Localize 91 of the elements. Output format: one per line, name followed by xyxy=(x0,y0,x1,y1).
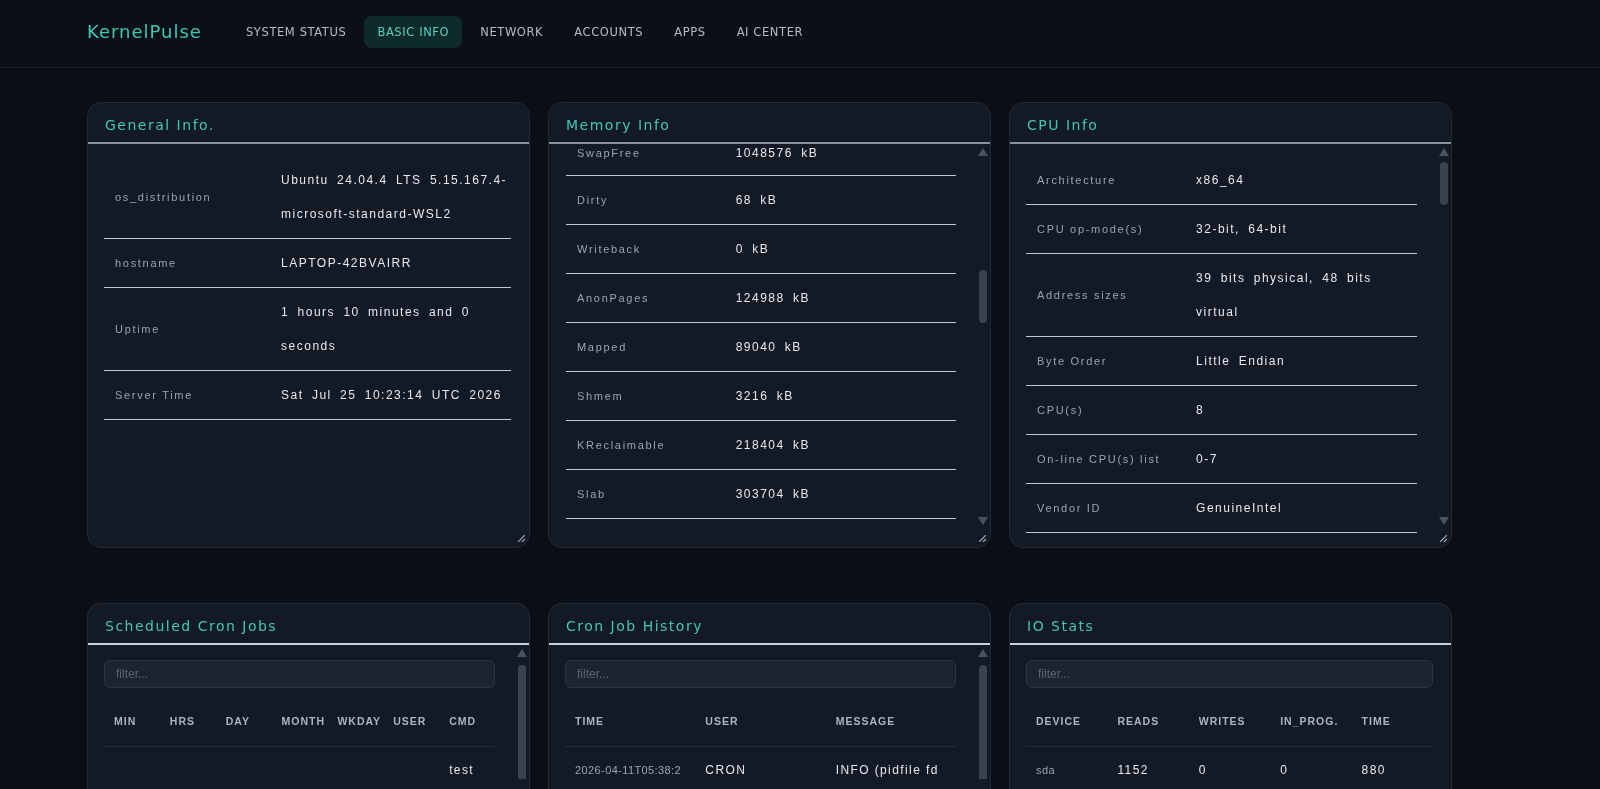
nav-tab[interactable]: AI CENTER xyxy=(723,15,817,48)
nav-tab[interactable]: APPS xyxy=(661,15,719,48)
field-label: Shmem xyxy=(576,389,625,404)
column-header: DAY xyxy=(224,714,251,729)
field-value: LAPTOP-42BVAIRR xyxy=(281,255,413,272)
resize-grip-icon[interactable] xyxy=(979,535,986,542)
column-header: USER xyxy=(392,714,428,729)
column-header: MONTH xyxy=(280,714,327,729)
field-label: Uptime xyxy=(114,322,162,337)
panel-title: IO Stats xyxy=(1027,618,1095,634)
panel-title: Memory Info xyxy=(566,117,671,133)
table-cell-text: sda xyxy=(1035,763,1056,778)
table-cell-text: 0 xyxy=(1197,762,1208,779)
scroll-down-icon[interactable] xyxy=(978,517,988,525)
field-label: Architecture xyxy=(1036,173,1118,188)
column-header: USER xyxy=(704,714,740,729)
column-header: MESSAGE xyxy=(834,714,897,729)
column-header: CMD xyxy=(448,714,478,729)
resize-grip-icon[interactable] xyxy=(1440,535,1447,542)
field-label: Mapped xyxy=(576,340,628,355)
scrollbar-thumb[interactable] xyxy=(518,665,526,779)
field-label: os_distribution xyxy=(114,190,213,205)
field-value: 68 kB xyxy=(735,192,779,209)
resize-grip-icon[interactable] xyxy=(518,535,525,542)
table-cell-text: 880 xyxy=(1360,762,1387,779)
table-cell-text: 0 xyxy=(1279,762,1290,779)
field-value: 0-7 xyxy=(1196,451,1219,468)
scroll-down-icon[interactable] xyxy=(1439,517,1449,525)
field-label: KReclaimable xyxy=(576,438,667,453)
field-value: 218404 kB xyxy=(735,437,812,454)
field-value: 124988 kB xyxy=(735,290,812,307)
scroll-up-icon[interactable] xyxy=(517,649,527,657)
column-header: WKDAY xyxy=(336,714,383,729)
field-label: hostname xyxy=(114,256,178,271)
field-label: Vendor ID xyxy=(1036,501,1103,516)
scrollbar-thumb[interactable] xyxy=(1440,162,1448,205)
table-cell-text: 1152 xyxy=(1116,762,1150,779)
nav-tab[interactable]: ACCOUNTS xyxy=(561,15,657,48)
table-cell-text: CRON xyxy=(704,762,748,779)
scrollbar-thumb[interactable] xyxy=(979,665,987,779)
scrollbar-thumb[interactable] xyxy=(979,270,987,323)
column-header: DEVICE xyxy=(1035,714,1083,729)
table-cell-text: 2026-04-11T05:38:2 xyxy=(574,763,683,778)
field-value: GenuineIntel xyxy=(1196,500,1284,517)
field-value: Sat Jul 25 10:23:14 UTC 2026 xyxy=(281,387,503,404)
field-value: Ubuntu 24.04.4 LTS 5.15.167.4-microsoft-standard-WSL2 xyxy=(281,172,509,223)
field-label: Address sizes xyxy=(1036,288,1129,303)
field-value: 39 bits physical, 48 bits virtual xyxy=(1196,270,1373,321)
field-value: 0 kB xyxy=(735,241,771,258)
panel-title: General Info. xyxy=(105,117,215,133)
field-label: CPU(s) xyxy=(1036,403,1085,418)
field-label: Slab xyxy=(576,487,607,502)
column-header: WRITES xyxy=(1197,714,1247,729)
column-header: HRS xyxy=(168,714,196,729)
panel-title: Scheduled Cron Jobs xyxy=(105,618,278,634)
field-label: CPU op-mode(s) xyxy=(1036,222,1145,237)
column-header: READS xyxy=(1116,714,1161,729)
field-value: 303704 kB xyxy=(735,486,812,503)
table-cell-text: INFO (pidfile fd xyxy=(834,762,940,779)
field-label: AnonPages xyxy=(576,291,651,306)
app-logo: KernelPulse xyxy=(87,21,202,42)
field-value: 1 hours 10 minutes and 0 seconds xyxy=(281,304,471,355)
column-header: MIN xyxy=(113,714,138,729)
filter-field[interactable]: filter... xyxy=(1026,660,1433,688)
scroll-up-icon[interactable] xyxy=(978,148,988,156)
field-value: 1048576 kB xyxy=(735,145,820,162)
field-value: 89040 kB xyxy=(735,339,803,356)
field-label: On-line CPU(s) list xyxy=(1036,452,1162,467)
field-label: Dirty xyxy=(576,193,610,208)
panel-title: Cron Job History xyxy=(566,618,703,634)
field-value: 3216 kB xyxy=(735,388,795,405)
field-value: Little Endian xyxy=(1196,353,1287,370)
field-value: x86_64 xyxy=(1196,172,1246,189)
field-label: SwapFree xyxy=(576,146,642,161)
nav-tab[interactable]: BASIC INFO xyxy=(364,15,463,48)
scroll-up-icon[interactable] xyxy=(1439,148,1449,156)
field-value: 8 xyxy=(1196,402,1206,419)
filter-field[interactable]: filter... xyxy=(565,660,956,688)
field-label: Server Time xyxy=(114,388,194,403)
column-header: IN_PROG. xyxy=(1279,714,1340,729)
table-cell-text: test xyxy=(448,762,476,779)
field-label: Byte Order xyxy=(1036,354,1109,369)
nav-tab[interactable]: NETWORK xyxy=(467,15,557,48)
column-header: TIME xyxy=(1360,714,1392,729)
column-header: TIME xyxy=(574,714,606,729)
nav-tab[interactable]: SYSTEM STATUS xyxy=(232,15,360,48)
field-label: Writeback xyxy=(576,242,642,257)
panel-title: CPU Info xyxy=(1027,117,1099,133)
field-value: 32-bit, 64-bit xyxy=(1196,221,1289,238)
filter-field[interactable]: filter... xyxy=(104,660,495,688)
scroll-up-icon[interactable] xyxy=(978,649,988,657)
